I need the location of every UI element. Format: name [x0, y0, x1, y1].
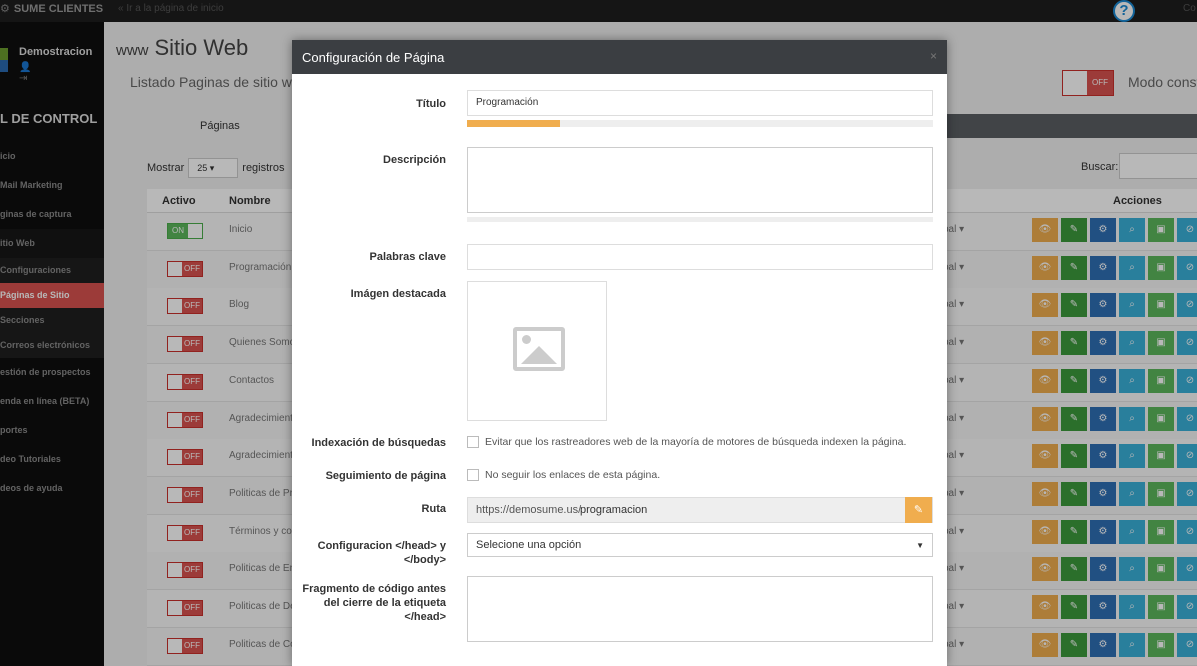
route-slug[interactable]: programacion: [580, 504, 647, 516]
noindex-text: Evitar que los rastreadores web de la ma…: [485, 436, 907, 448]
descripcion-textarea[interactable]: [467, 147, 933, 213]
config-head-label: Configuracion </head> y </body>: [317, 540, 446, 566]
image-placeholder-icon: [513, 327, 565, 371]
imagen-label: Imágen destacada: [350, 288, 446, 300]
edit-icon[interactable]: ✎: [905, 497, 932, 523]
palabras-clave-input[interactable]: [467, 244, 933, 270]
route-prefix: https://demosume.us/: [476, 504, 582, 516]
placeholder-sun: [522, 335, 531, 344]
descripcion-length-meter: [467, 217, 933, 222]
config-head-select[interactable]: Selecione una opción ▼: [467, 533, 933, 557]
ruta-label: Ruta: [421, 503, 446, 515]
close-icon[interactable]: ×: [930, 49, 937, 63]
featured-image-picker[interactable]: [467, 281, 607, 421]
nofollow-text: No seguir los enlaces de esta página.: [485, 469, 661, 481]
modal-title: Configuración de Página: [302, 50, 445, 65]
nofollow-checkbox[interactable]: [467, 469, 479, 482]
descripcion-label: Descripción: [383, 154, 446, 166]
palabras-clave-label: Palabras clave: [369, 251, 446, 263]
titulo-length-fill: [467, 120, 561, 127]
noindex-checkbox[interactable]: [467, 436, 479, 449]
titulo-input[interactable]: Programación: [467, 90, 933, 116]
modal-header: Configuración de Página ×: [292, 40, 947, 74]
indexacion-label: Indexación de búsquedas: [311, 437, 446, 449]
seguimiento-label: Seguimiento de página: [325, 470, 446, 482]
placeholder-mountain: [521, 346, 557, 364]
route-field: https://demosume.us/ programacion ✎: [467, 497, 933, 523]
fragmento-textarea[interactable]: [467, 576, 933, 642]
page-config-modal: Configuración de Página × Título Program…: [292, 40, 947, 666]
noindex-option: Evitar que los rastreadores web de la ma…: [467, 436, 907, 449]
fragmento-label: Fragmento de código antes del cierre de …: [302, 583, 446, 623]
config-head-value: Selecione una opción: [476, 539, 582, 551]
titulo-length-meter: [467, 120, 933, 127]
titulo-label: Título: [416, 98, 446, 110]
chevron-down-icon: ▼: [916, 541, 924, 550]
nofollow-option: No seguir los enlaces de esta página.: [467, 469, 661, 482]
